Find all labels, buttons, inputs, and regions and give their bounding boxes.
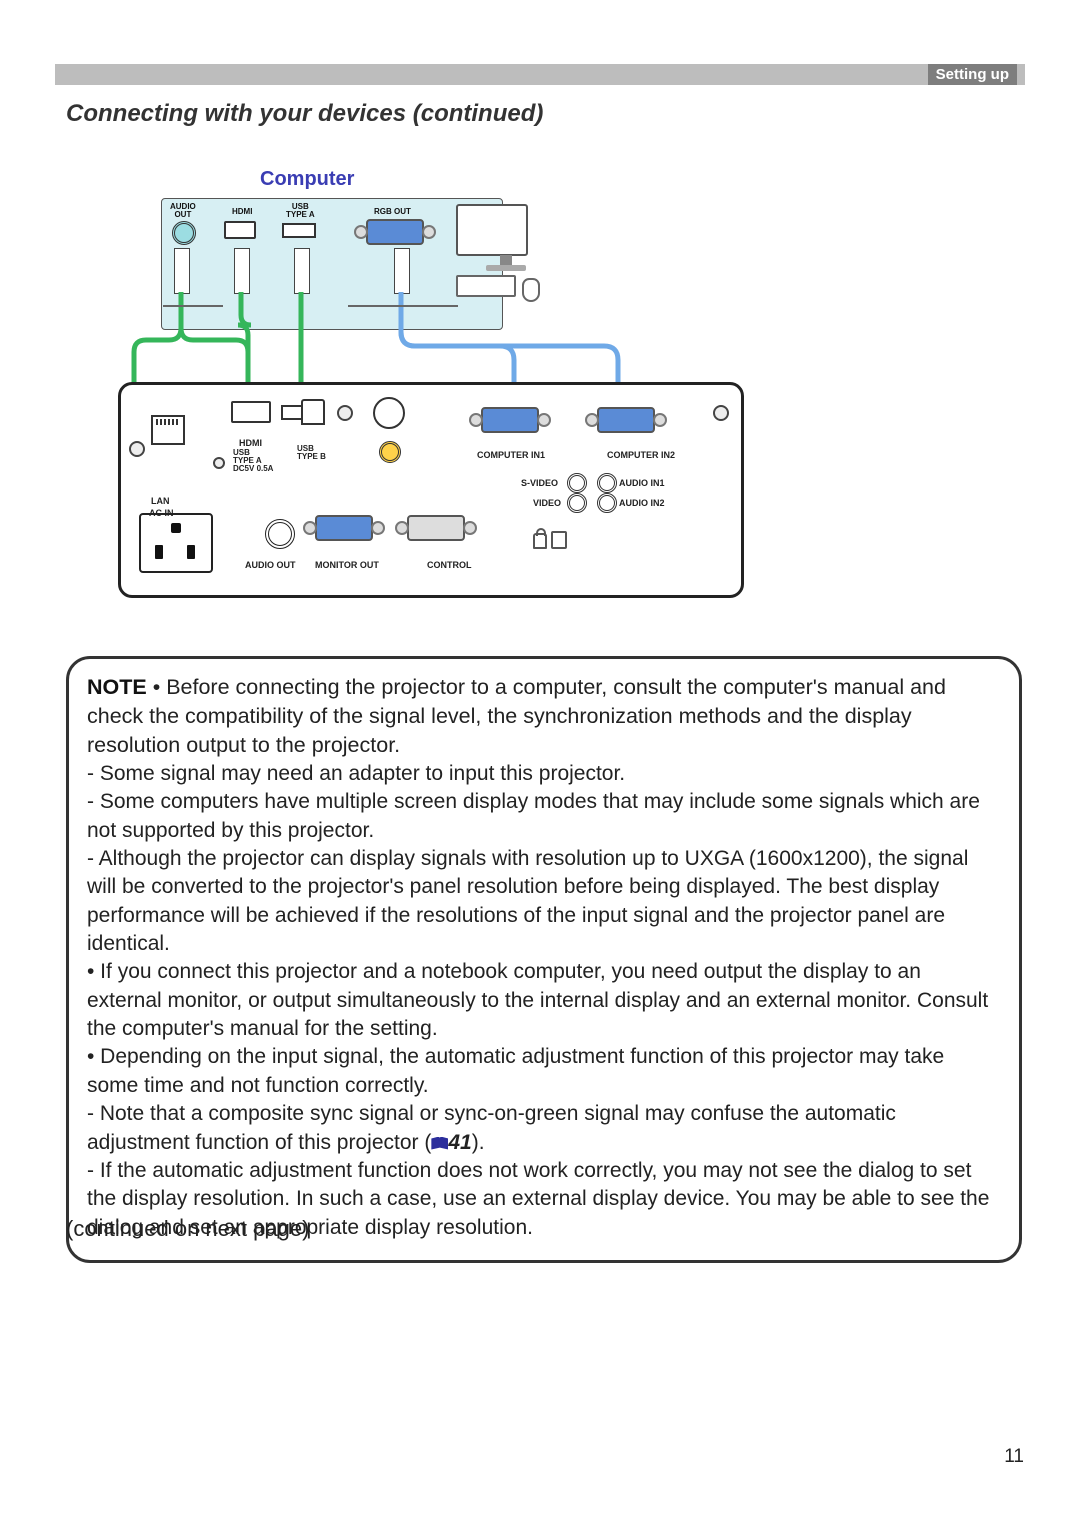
label-monitor-out: MONITOR OUT	[315, 561, 379, 570]
continued-note: (continued on next page)	[66, 1216, 309, 1242]
port-video-mini	[567, 493, 587, 513]
label-s-video: S-VIDEO	[521, 479, 558, 488]
connection-diagram: Computer AUDIO OUT HDMI USB TYPE A RGB O…	[118, 160, 758, 620]
section-title: Connecting with your devices (continued)	[66, 100, 543, 128]
port-computer-in1	[481, 407, 539, 433]
label-proj-hdmi: HDMI	[239, 439, 262, 448]
lock-icon	[533, 533, 547, 549]
label-ac-in: AC IN	[149, 509, 174, 518]
port-audio-in1	[597, 473, 617, 493]
label-audio-out: AUDIO OUT	[245, 561, 296, 570]
page-number: 11	[1004, 1446, 1024, 1468]
note-b3: - Although the projector can display sig…	[87, 847, 968, 955]
label-lan: LAN	[151, 497, 170, 506]
page-ref-41: 41	[448, 1131, 471, 1154]
power-led	[213, 457, 225, 469]
note-p1: • Before connecting the projector to a c…	[87, 675, 946, 757]
port-ac-in	[139, 513, 213, 573]
port-control	[407, 515, 465, 541]
label-computer-in1: COMPUTER IN1	[477, 451, 545, 460]
label-computer-in2: COMPUTER IN2	[607, 451, 675, 460]
port-s-video-mini	[567, 473, 587, 493]
note-label: NOTE	[87, 675, 147, 699]
note-p2: • If you connect this projector and a no…	[87, 960, 988, 1040]
label-proj-usb-a: USB TYPE A DC5V 0.5A	[233, 449, 273, 473]
projector-port-panel: LAN AC IN HDMI USB TYPE A DC5V 0.5A USB …	[118, 382, 744, 598]
port-video-rca	[379, 441, 401, 463]
header-bar: Setting up	[55, 64, 1025, 85]
note-b4a: - Note that a composite sync signal or s…	[87, 1102, 896, 1153]
port-audio-out	[265, 519, 295, 549]
port-lan	[151, 415, 185, 445]
port-s-video	[373, 397, 405, 429]
port-computer-in2	[597, 407, 655, 433]
chapter-chip: Setting up	[928, 64, 1017, 85]
label-audio-in2: AUDIO IN2	[619, 499, 665, 508]
book-icon	[431, 1137, 448, 1150]
port-proj-usb-b	[301, 399, 325, 425]
label-audio-in1: AUDIO IN1	[619, 479, 665, 488]
port-proj-hdmi	[231, 401, 271, 423]
label-proj-usb-b: USB TYPE B	[297, 445, 326, 461]
port-monitor-out	[315, 515, 373, 541]
note-b4b: ).	[472, 1131, 485, 1154]
note-b2: - Some computers have multiple screen di…	[87, 790, 980, 841]
kensington-slot	[551, 531, 567, 549]
label-video: VIDEO	[533, 499, 561, 508]
note-box: NOTE • Before connecting the projector t…	[66, 656, 1022, 1263]
label-control: CONTROL	[427, 561, 472, 570]
note-p3: • Depending on the input signal, the aut…	[87, 1045, 944, 1096]
port-audio-in2	[597, 493, 617, 513]
note-b1: - Some signal may need an adapter to inp…	[87, 760, 1001, 788]
